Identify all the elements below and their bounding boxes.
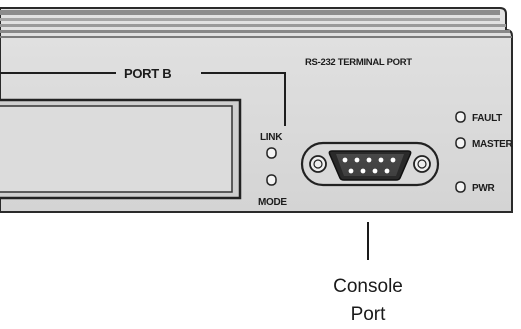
callout-console: Console	[333, 276, 403, 297]
callout-port: Port	[351, 304, 387, 325]
fault-led	[455, 111, 466, 123]
master-led	[455, 137, 466, 149]
right-screw-icon	[413, 155, 431, 173]
rs232-terminal-port-label: RS-232 TERMINAL PORT	[305, 57, 412, 68]
fault-label: FAULT	[472, 113, 502, 124]
pwr-led	[455, 181, 466, 193]
link-label: LINK	[260, 132, 283, 143]
master-label: MASTER	[472, 139, 514, 150]
pwr-label: PWR	[472, 183, 496, 194]
db9-console-connector[interactable]	[300, 141, 440, 187]
device-diagram: PORT B RS-232 TERMINAL PORT LINK MODE FA…	[0, 0, 521, 329]
port-b-label: PORT B	[124, 66, 171, 81]
port-b-module-bay	[0, 98, 242, 200]
front-panel-illustration: PORT B RS-232 TERMINAL PORT LINK MODE FA…	[0, 7, 514, 325]
mode-led	[266, 174, 277, 186]
link-led	[266, 147, 277, 159]
left-screw-icon	[309, 155, 327, 173]
mode-label: MODE	[258, 197, 287, 208]
